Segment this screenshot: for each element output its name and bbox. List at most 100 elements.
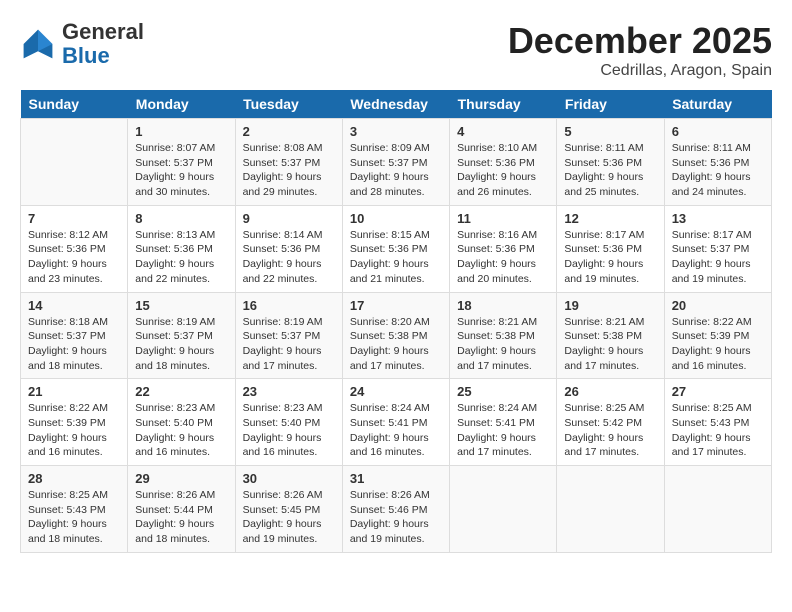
day-number: 1 (135, 124, 227, 139)
cell-content: Sunrise: 8:21 AM Sunset: 5:38 PM Dayligh… (457, 315, 549, 374)
cell-content: Sunrise: 8:10 AM Sunset: 5:36 PM Dayligh… (457, 141, 549, 200)
calendar-cell: 26Sunrise: 8:25 AM Sunset: 5:42 PM Dayli… (557, 379, 664, 466)
day-number: 19 (564, 298, 656, 313)
logo-blue: Blue (62, 43, 110, 68)
calendar-week-row: 1Sunrise: 8:07 AM Sunset: 5:37 PM Daylig… (21, 119, 772, 206)
calendar-cell (21, 119, 128, 206)
cell-content: Sunrise: 8:26 AM Sunset: 5:45 PM Dayligh… (243, 488, 335, 547)
calendar-cell: 27 Sunrise: 8:25 AM Sunset: 5:43 PM Dayli… (664, 379, 771, 466)
cell-content: Sunrise: 8:26 AM Sunset: 5:44 PM Dayligh… (135, 488, 227, 547)
calendar-cell: 30 Sunrise: 8:26 AM Sunset: 5:45 PM Dayli… (235, 466, 342, 553)
calendar-cell: 7 Sunrise: 8:12 AM Sunset: 5:36 PM Daylig… (21, 205, 128, 292)
cell-content: Sunrise: 8:17 AM Sunset: 5:36 PM Dayligh… (564, 228, 656, 287)
calendar-week-row: 14 Sunrise: 8:18 AM Sunset: 5:37 PM Dayli… (21, 292, 772, 379)
day-number: 22 (135, 384, 227, 399)
title-block: December 2025 Cedrillas, Aragon, Spain (508, 20, 772, 80)
cell-content: Sunrise: 8:11 AM Sunset: 5:36 PM Dayligh… (564, 141, 656, 200)
cell-content: Sunrise: 8:22 AM Sunset: 5:39 PM Dayligh… (672, 315, 764, 374)
calendar-cell: 20 Sunrise: 8:22 AM Sunset: 5:39 PM Dayli… (664, 292, 771, 379)
cell-content: Sunrise: 8:19 AM Sunset: 5:37 PM Dayligh… (243, 315, 335, 374)
month-title: December 2025 (508, 20, 772, 62)
day-number: 7 (28, 211, 120, 226)
day-number: 13 (672, 211, 764, 226)
day-number: 30 (243, 471, 335, 486)
day-header-monday: Monday (128, 90, 235, 119)
calendar-cell: 22 Sunrise: 8:23 AM Sunset: 5:40 PM Dayli… (128, 379, 235, 466)
day-number: 28 (28, 471, 120, 486)
cell-content: Sunrise: 8:16 AM Sunset: 5:36 PM Dayligh… (457, 228, 549, 287)
day-number: 11 (457, 211, 549, 226)
cell-content: Sunrise: 8:12 AM Sunset: 5:36 PM Dayligh… (28, 228, 120, 287)
calendar-cell: 12 Sunrise: 8:17 AM Sunset: 5:36 PM Dayli… (557, 205, 664, 292)
day-number: 14 (28, 298, 120, 313)
calendar-cell: 3 Sunrise: 8:09 AM Sunset: 5:37 PM Daylig… (342, 119, 449, 206)
day-number: 27 (672, 384, 764, 399)
day-number: 12 (564, 211, 656, 226)
cell-content: Sunrise: 8:24 AM Sunset: 5:41 PM Dayligh… (350, 401, 442, 460)
day-number: 21 (28, 384, 120, 399)
calendar-week-row: 21 Sunrise: 8:22 AM Sunset: 5:39 PM Dayli… (21, 379, 772, 466)
calendar-cell: 13 Sunrise: 8:17 AM Sunset: 5:37 PM Dayli… (664, 205, 771, 292)
calendar-cell: 2 Sunrise: 8:08 AM Sunset: 5:37 PM Daylig… (235, 119, 342, 206)
cell-content: Sunrise: 8:14 AM Sunset: 5:36 PM Dayligh… (243, 228, 335, 287)
day-number: 29 (135, 471, 227, 486)
cell-content: Sunrise: 8:19 AM Sunset: 5:37 PM Dayligh… (135, 315, 227, 374)
day-number: 8 (135, 211, 227, 226)
day-number: 16 (243, 298, 335, 313)
calendar-cell: 5 Sunrise: 8:11 AM Sunset: 5:36 PM Daylig… (557, 119, 664, 206)
calendar-cell (664, 466, 771, 553)
day-number: 23 (243, 384, 335, 399)
calendar-header-row: SundayMondayTuesdayWednesdayThursdayFrid… (21, 90, 772, 119)
day-header-tuesday: Tuesday (235, 90, 342, 119)
calendar-cell: 28 Sunrise: 8:25 AM Sunset: 5:43 PM Dayli… (21, 466, 128, 553)
day-number: 10 (350, 211, 442, 226)
cell-content: Sunrise: 8:21 AM Sunset: 5:38 PM Dayligh… (564, 315, 656, 374)
cell-content: Sunrise: 8:23 AM Sunset: 5:40 PM Dayligh… (243, 401, 335, 460)
day-header-friday: Friday (557, 90, 664, 119)
cell-content: Sunrise: 8:13 AM Sunset: 5:36 PM Dayligh… (135, 228, 227, 287)
day-number: 17 (350, 298, 442, 313)
cell-content: Sunrise: 8:25 AM Sunset: 5:43 PM Dayligh… (28, 488, 120, 547)
calendar-week-row: 28 Sunrise: 8:25 AM Sunset: 5:43 PM Dayli… (21, 466, 772, 553)
calendar-cell: 24Sunrise: 8:24 AM Sunset: 5:41 PM Dayli… (342, 379, 449, 466)
calendar-cell: 18Sunrise: 8:21 AM Sunset: 5:38 PM Dayli… (450, 292, 557, 379)
calendar-cell (557, 466, 664, 553)
calendar-cell: 1Sunrise: 8:07 AM Sunset: 5:37 PM Daylig… (128, 119, 235, 206)
calendar-cell: 25Sunrise: 8:24 AM Sunset: 5:41 PM Dayli… (450, 379, 557, 466)
cell-content: Sunrise: 8:17 AM Sunset: 5:37 PM Dayligh… (672, 228, 764, 287)
calendar-cell: 4Sunrise: 8:10 AM Sunset: 5:36 PM Daylig… (450, 119, 557, 206)
calendar-cell: 14 Sunrise: 8:18 AM Sunset: 5:37 PM Dayli… (21, 292, 128, 379)
cell-content: Sunrise: 8:23 AM Sunset: 5:40 PM Dayligh… (135, 401, 227, 460)
calendar-cell: 31 Sunrise: 8:26 AM Sunset: 5:46 PM Dayli… (342, 466, 449, 553)
day-number: 6 (672, 124, 764, 139)
calendar-table: SundayMondayTuesdayWednesdayThursdayFrid… (20, 90, 772, 553)
cell-content: Sunrise: 8:15 AM Sunset: 5:36 PM Dayligh… (350, 228, 442, 287)
day-number: 9 (243, 211, 335, 226)
day-number: 31 (350, 471, 442, 486)
day-header-thursday: Thursday (450, 90, 557, 119)
day-number: 20 (672, 298, 764, 313)
calendar-cell: 6 Sunrise: 8:11 AM Sunset: 5:36 PM Daylig… (664, 119, 771, 206)
cell-content: Sunrise: 8:25 AM Sunset: 5:43 PM Dayligh… (672, 401, 764, 460)
day-number: 2 (243, 124, 335, 139)
cell-content: Sunrise: 8:08 AM Sunset: 5:37 PM Dayligh… (243, 141, 335, 200)
calendar-cell: 17 Sunrise: 8:20 AM Sunset: 5:38 PM Dayli… (342, 292, 449, 379)
calendar-cell: 21 Sunrise: 8:22 AM Sunset: 5:39 PM Dayli… (21, 379, 128, 466)
cell-content: Sunrise: 8:09 AM Sunset: 5:37 PM Dayligh… (350, 141, 442, 200)
calendar-cell: 16 Sunrise: 8:19 AM Sunset: 5:37 PM Dayli… (235, 292, 342, 379)
day-header-sunday: Sunday (21, 90, 128, 119)
logo: General Blue (20, 20, 144, 68)
calendar-cell: 23 Sunrise: 8:23 AM Sunset: 5:40 PM Dayli… (235, 379, 342, 466)
cell-content: Sunrise: 8:22 AM Sunset: 5:39 PM Dayligh… (28, 401, 120, 460)
cell-content: Sunrise: 8:26 AM Sunset: 5:46 PM Dayligh… (350, 488, 442, 547)
cell-content: Sunrise: 8:11 AM Sunset: 5:36 PM Dayligh… (672, 141, 764, 200)
calendar-cell: 10 Sunrise: 8:15 AM Sunset: 5:36 PM Dayli… (342, 205, 449, 292)
day-number: 26 (564, 384, 656, 399)
day-number: 3 (350, 124, 442, 139)
cell-content: Sunrise: 8:20 AM Sunset: 5:38 PM Dayligh… (350, 315, 442, 374)
logo-icon (20, 26, 56, 62)
calendar-cell: 11 Sunrise: 8:16 AM Sunset: 5:36 PM Dayli… (450, 205, 557, 292)
day-number: 5 (564, 124, 656, 139)
cell-content: Sunrise: 8:24 AM Sunset: 5:41 PM Dayligh… (457, 401, 549, 460)
cell-content: Sunrise: 8:18 AM Sunset: 5:37 PM Dayligh… (28, 315, 120, 374)
